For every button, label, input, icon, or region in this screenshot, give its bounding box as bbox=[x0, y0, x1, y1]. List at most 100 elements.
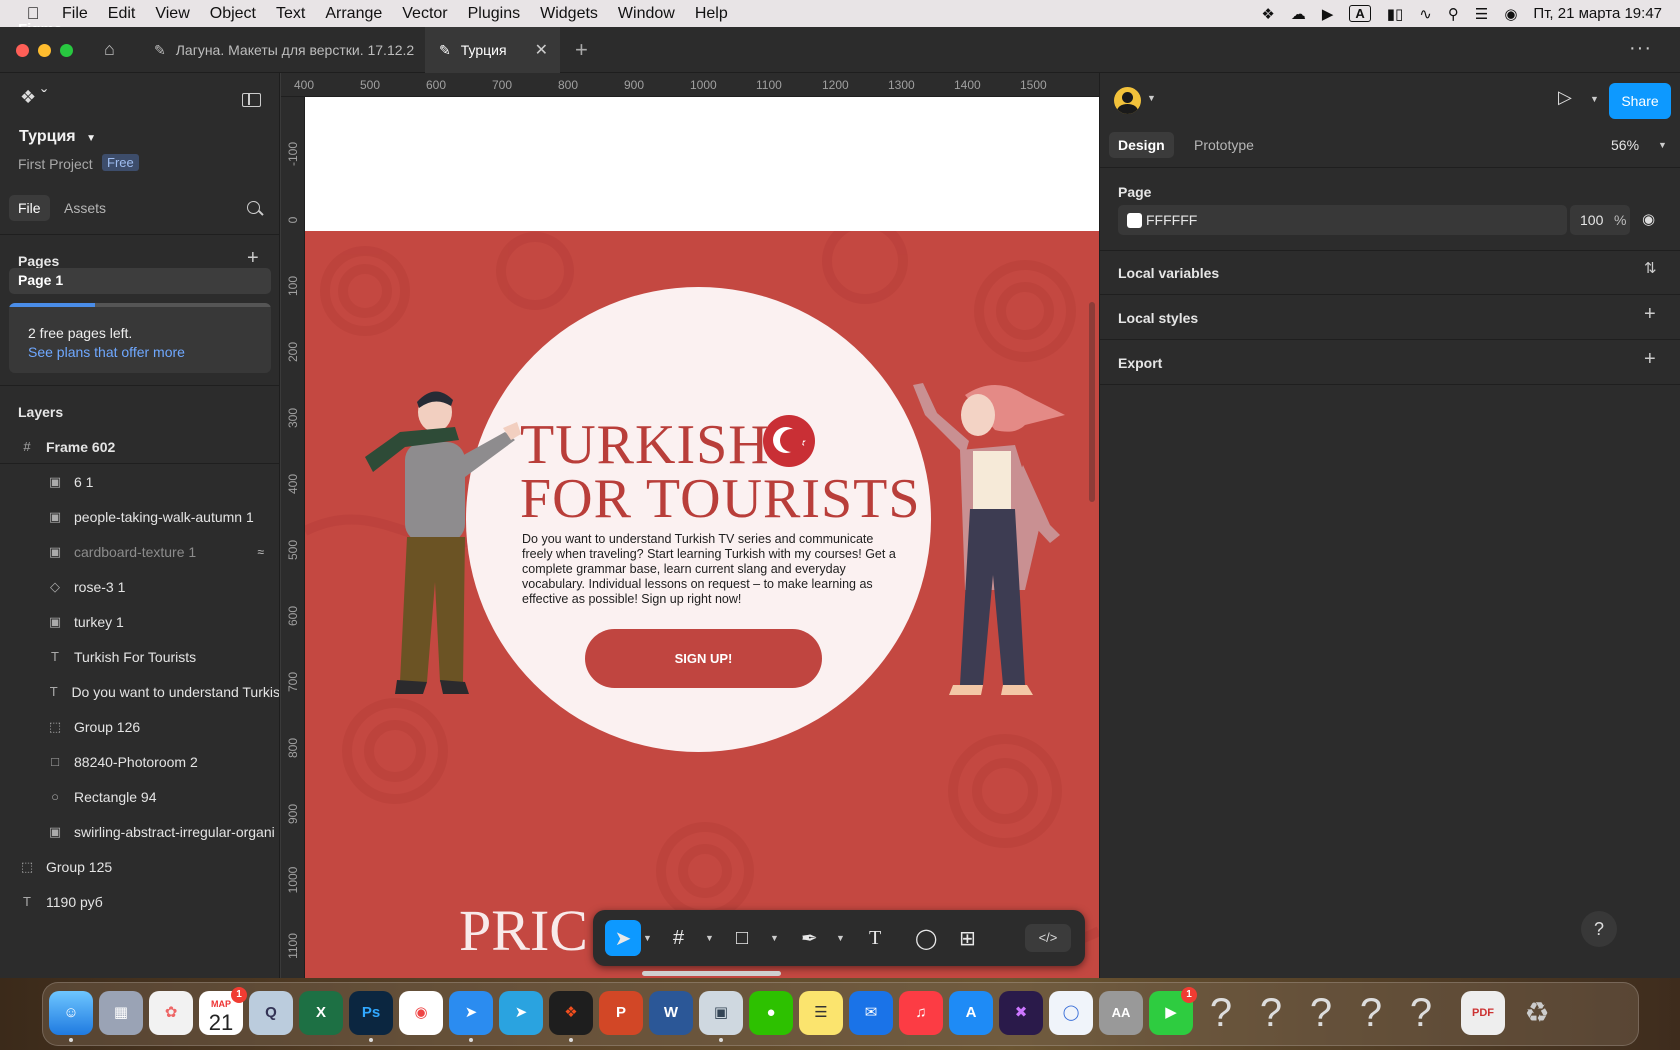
variables-settings-icon[interactable]: ⇅ bbox=[1644, 259, 1657, 277]
battery-icon[interactable]: ▮▯ bbox=[1387, 5, 1404, 23]
color-swatch[interactable] bbox=[1127, 213, 1142, 228]
tab-assets[interactable]: Assets bbox=[55, 195, 115, 221]
description-text[interactable]: Do you want to understand Turkish TV ser… bbox=[522, 532, 897, 607]
layer-row[interactable]: T 1190 руб bbox=[0, 885, 279, 919]
tab-file[interactable]: File bbox=[9, 195, 50, 221]
input-source-icon[interactable]: A bbox=[1349, 5, 1371, 22]
quicktime-icon[interactable]: Q bbox=[249, 991, 293, 1035]
move-tool-button[interactable]: ➤ bbox=[605, 920, 641, 956]
present-play-icon[interactable]: ▷ bbox=[1558, 87, 1572, 108]
wechat-icon[interactable]: ● bbox=[749, 991, 793, 1035]
layer-row[interactable]: ⬚ Group 126 bbox=[0, 710, 279, 744]
messages-icon[interactable]: ◯ bbox=[1049, 991, 1093, 1035]
play-circle-icon[interactable]: ▶ bbox=[1322, 5, 1334, 23]
photos-icon[interactable]: ✿ bbox=[149, 991, 193, 1035]
turkey-flag-icon[interactable]: ★ bbox=[763, 415, 815, 467]
close-tab-icon[interactable]: ✕ bbox=[535, 40, 548, 60]
pen-tool-icon[interactable]: ✒ bbox=[801, 920, 818, 956]
sidebar-toggle-icon[interactable] bbox=[242, 93, 261, 107]
layer-row[interactable]: # Frame 602 bbox=[0, 430, 279, 464]
menu-window[interactable]: Window bbox=[608, 5, 685, 23]
zoom-level[interactable]: 56% bbox=[1611, 137, 1639, 153]
pdf-icon[interactable]: PDF bbox=[1461, 991, 1505, 1035]
menu-edit[interactable]: Edit bbox=[98, 5, 146, 23]
siri-icon[interactable]: ◉ bbox=[1504, 5, 1517, 23]
creative-cloud-icon[interactable]: ☁ bbox=[1291, 5, 1306, 23]
unknown-icon[interactable]: ? bbox=[1249, 991, 1293, 1035]
menu-clock[interactable]: Пт, 21 марта 19:47 bbox=[1533, 5, 1662, 22]
preview-icon[interactable]: ▣ bbox=[699, 991, 743, 1042]
wifi-icon[interactable]: ∿ bbox=[1419, 5, 1432, 23]
frame-tool-icon[interactable]: # bbox=[673, 920, 684, 956]
layer-row[interactable]: T Turkish For Tourists bbox=[0, 640, 279, 674]
menu-text[interactable]: Text bbox=[266, 5, 315, 23]
pen-tool-dropdown-icon[interactable]: ▼ bbox=[836, 920, 845, 956]
menu-plugins[interactable]: Plugins bbox=[458, 5, 530, 23]
trash-icon[interactable]: ♻ bbox=[1515, 991, 1559, 1035]
hidden-eye-icon[interactable]: ≈ bbox=[257, 545, 264, 559]
notes-icon[interactable]: ☰ bbox=[799, 991, 843, 1035]
add-style-icon[interactable]: + bbox=[1644, 303, 1656, 326]
opacity-value[interactable]: 100 bbox=[1580, 212, 1603, 228]
page-fill-field[interactable]: FFFFFF bbox=[1118, 205, 1567, 235]
menu-help[interactable]: Help bbox=[685, 5, 738, 23]
safari-icon[interactable]: ➤ bbox=[449, 991, 493, 1042]
excel-icon[interactable]: X bbox=[299, 991, 343, 1035]
minimize-window-button[interactable] bbox=[38, 44, 51, 57]
text-tool-icon[interactable]: T bbox=[869, 920, 881, 956]
font-book-icon[interactable]: AA bbox=[1099, 991, 1143, 1035]
zoom-window-button[interactable] bbox=[60, 44, 73, 57]
chevron-down-icon[interactable]: ▼ bbox=[1658, 140, 1667, 150]
finder-icon[interactable]: ☺ bbox=[49, 991, 93, 1042]
add-page-icon[interactable]: + bbox=[247, 247, 259, 270]
menu-vector[interactable]: Vector bbox=[392, 5, 457, 23]
chevron-down-icon[interactable]: ▼ bbox=[1590, 94, 1599, 104]
music-icon[interactable]: ♫ bbox=[899, 991, 943, 1035]
unknown-icon[interactable]: ? bbox=[1299, 991, 1343, 1035]
capcut-icon[interactable]: ✖ bbox=[999, 991, 1043, 1035]
unknown-icon[interactable]: ? bbox=[1199, 991, 1243, 1035]
mail-icon[interactable]: ✉ bbox=[849, 991, 893, 1035]
home-icon[interactable]: ⌂ bbox=[104, 39, 115, 60]
layer-row[interactable]: ▣ swirling-abstract-irregular-organi bbox=[0, 815, 279, 849]
project-name[interactable]: First Project bbox=[18, 156, 93, 172]
chrome-icon[interactable]: ◉ bbox=[399, 991, 443, 1035]
user-avatar[interactable] bbox=[1114, 87, 1141, 114]
unknown-icon[interactable]: ? bbox=[1399, 991, 1443, 1035]
menu-object[interactable]: Object bbox=[200, 5, 266, 23]
layer-row[interactable]: ▣ 6 1 bbox=[0, 465, 279, 499]
add-export-icon[interactable]: + bbox=[1644, 348, 1656, 371]
close-window-button[interactable] bbox=[16, 44, 29, 57]
search-icon[interactable] bbox=[247, 201, 260, 214]
dev-mode-toggle[interactable]: </> bbox=[1025, 924, 1071, 952]
title-for-tourists[interactable]: FOR TOURISTS bbox=[520, 467, 921, 531]
rectangle-tool-icon[interactable]: □ bbox=[736, 920, 748, 956]
layer-row[interactable]: □ 88240-Photoroom 2 bbox=[0, 745, 279, 779]
help-button[interactable]: ? bbox=[1581, 911, 1617, 947]
frame-tool-dropdown-icon[interactable]: ▼ bbox=[705, 920, 714, 956]
facetime-icon[interactable]: ▶ 1 bbox=[1149, 987, 1197, 1035]
spotlight-search-icon[interactable]: ⚲ bbox=[1448, 5, 1459, 23]
local-variables-header[interactable]: Local variables bbox=[1118, 265, 1219, 281]
move-tool-dropdown-icon[interactable]: ▼ bbox=[643, 920, 652, 956]
control-center-icon[interactable]: ☰ bbox=[1475, 5, 1488, 23]
word-icon[interactable]: W bbox=[649, 991, 693, 1035]
menu-widgets[interactable]: Widgets bbox=[530, 5, 608, 23]
tab-laguna[interactable]: ✎ Лагуна. Макеты для верстки. 17.12.2 bbox=[140, 27, 424, 73]
menu-view[interactable]: View bbox=[145, 5, 199, 23]
share-button[interactable]: Share bbox=[1609, 83, 1671, 119]
layer-row[interactable]: ▣ cardboard-texture 1 ≈ bbox=[0, 535, 279, 569]
fill-hex[interactable]: FFFFFF bbox=[1146, 212, 1197, 228]
calendar-icon[interactable]: МАР 21 1 bbox=[199, 987, 247, 1035]
file-name[interactable]: Турция ▼ bbox=[19, 128, 96, 146]
layer-row[interactable]: T Do you want to understand Turkis bbox=[0, 675, 279, 709]
figma-icon[interactable]: ❖ bbox=[549, 991, 593, 1042]
comment-tool-icon[interactable]: ◯ bbox=[915, 920, 937, 956]
see-plans-link[interactable]: See plans that offer more bbox=[28, 344, 185, 360]
layer-row[interactable]: ○ Rectangle 94 bbox=[0, 780, 279, 814]
chevron-down-icon[interactable]: ▼ bbox=[1147, 93, 1156, 103]
tab-prototype[interactable]: Prototype bbox=[1185, 132, 1263, 158]
layer-row[interactable]: ◇ rose-3 1 bbox=[0, 570, 279, 604]
shape-tool-dropdown-icon[interactable]: ▼ bbox=[770, 920, 779, 956]
tab-turkey[interactable]: ✎ Турция ✕ bbox=[425, 27, 560, 73]
